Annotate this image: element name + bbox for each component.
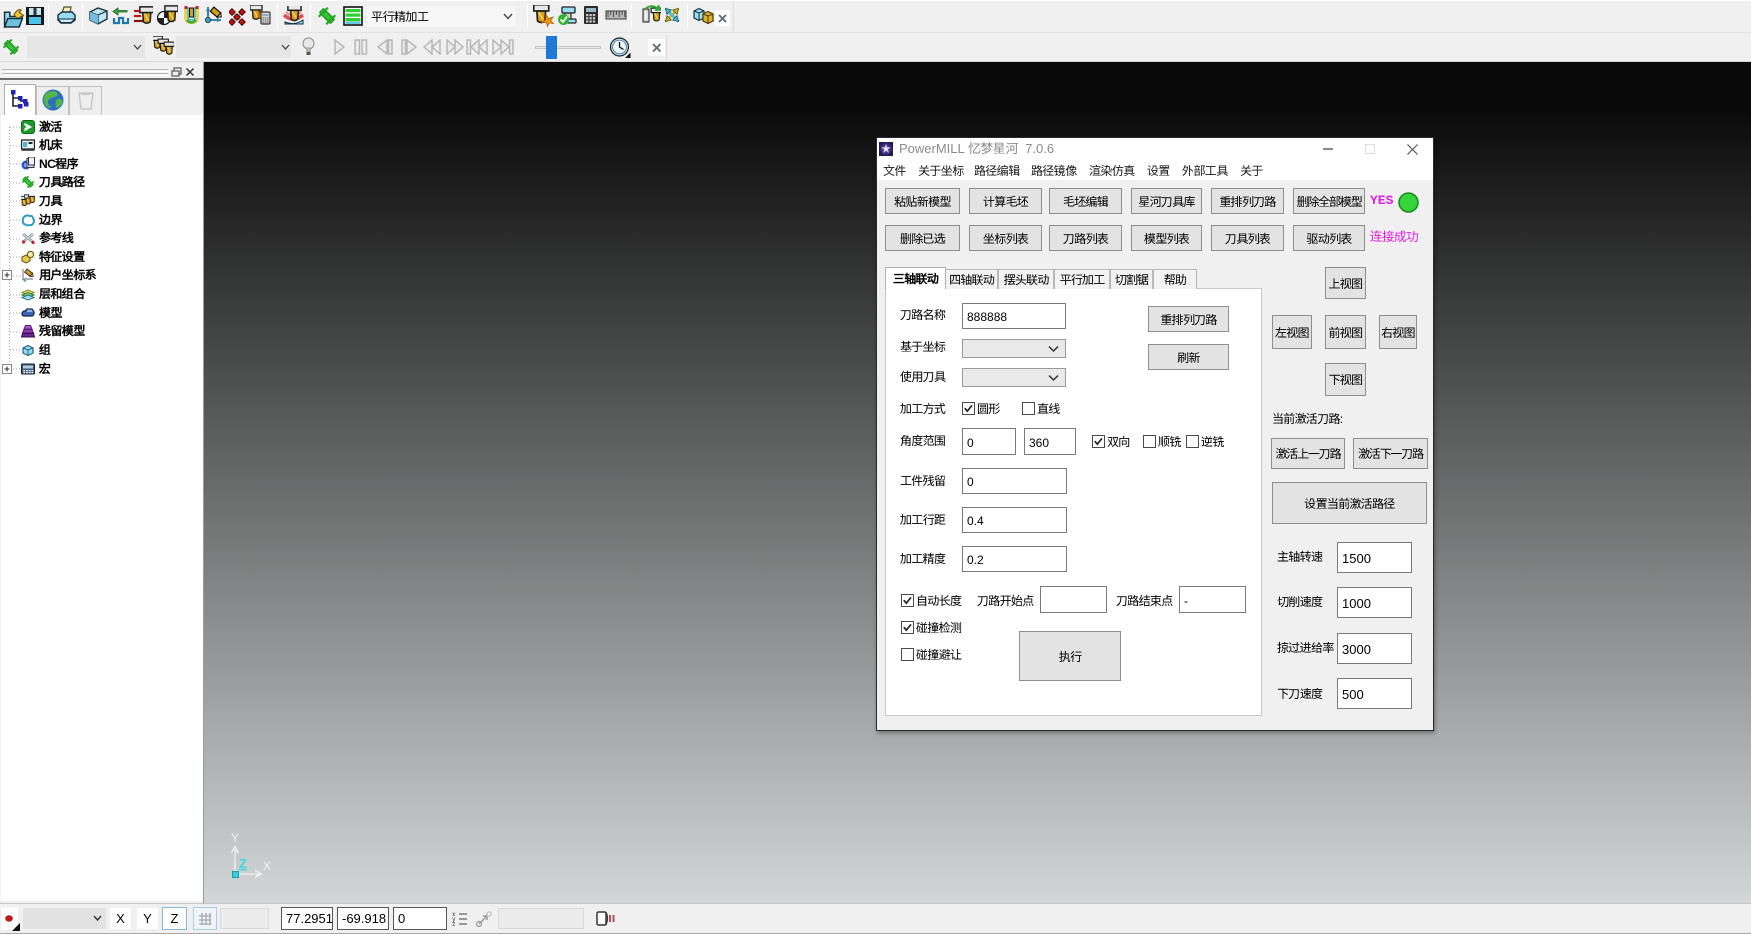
- svg-text:Y: Y: [231, 833, 239, 845]
- svg-text:z: z: [452, 921, 456, 927]
- svg-text:Z: Z: [239, 856, 247, 871]
- svg-text:X: X: [263, 859, 271, 873]
